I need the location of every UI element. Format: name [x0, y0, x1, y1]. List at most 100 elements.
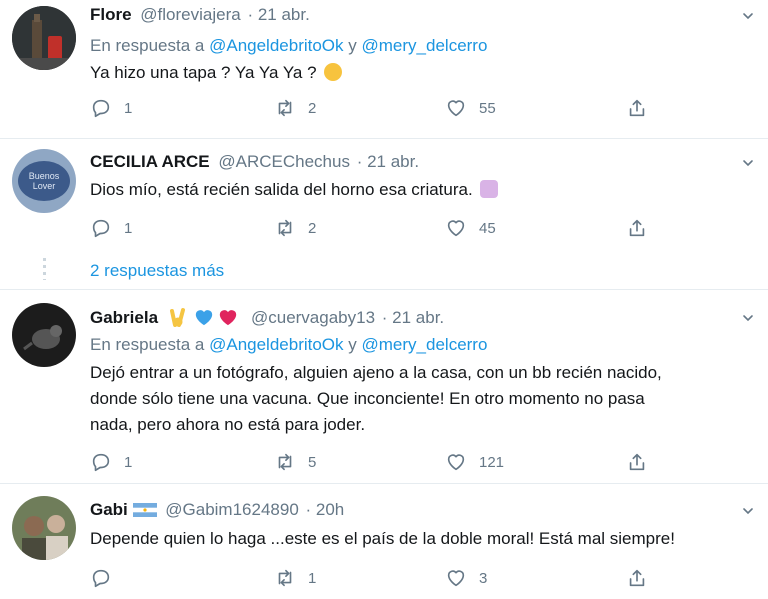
chevron-down-icon[interactable] [742, 157, 754, 169]
more-replies-link[interactable]: 2 respuestas más [90, 261, 224, 281]
like-button[interactable]: 45 [445, 216, 496, 240]
retweet-button[interactable]: 1 [274, 566, 316, 590]
reply-count: 1 [124, 219, 133, 237]
retweet-count: 2 [308, 219, 317, 237]
share-button[interactable] [626, 216, 660, 240]
like-button[interactable]: 55 [445, 96, 496, 120]
retweet-icon [274, 567, 296, 589]
retweet-count: 5 [308, 453, 317, 471]
share-icon [626, 97, 648, 119]
user-handle[interactable]: @Gabim1624890 [165, 500, 299, 519]
heart-icon [445, 217, 467, 239]
mention-link[interactable]: @mery_delcerro [362, 36, 488, 55]
tweet-date[interactable]: · 21 abr. [247, 5, 309, 24]
reply-icon [90, 217, 112, 239]
like-count: 121 [479, 453, 505, 471]
user-handle[interactable]: @cuervagaby13 [251, 308, 375, 327]
astonished-emoji-icon [324, 63, 343, 81]
tweet-date[interactable]: · 21 abr. [357, 152, 419, 171]
avatar[interactable]: Buenos Lover [12, 149, 76, 213]
share-button[interactable] [626, 96, 660, 120]
thread-connector [43, 258, 46, 280]
reply-icon [90, 97, 112, 119]
like-count: 55 [479, 99, 496, 117]
like-button[interactable]: 121 [445, 450, 504, 474]
tweet-gabriela[interactable]: Gabriela @cuervagaby13 · 21 abr. En resp… [0, 290, 768, 483]
avatar[interactable] [12, 496, 76, 560]
reply-count: 1 [124, 99, 133, 117]
like-count: 3 [479, 569, 488, 587]
tweet-actions: 1 3 [90, 566, 690, 590]
tweet-actions: 1 2 45 [90, 216, 690, 240]
tweet-gabi[interactable]: Gabi @Gabim1624890 · 20h Depende quien l… [0, 484, 768, 599]
tweet-text-line: nada, pero ahora no está para joder. [90, 415, 366, 434]
like-button[interactable]: 3 [445, 566, 487, 590]
svg-text:Buenos: Buenos [29, 171, 60, 181]
chevron-down-icon[interactable] [742, 10, 754, 22]
share-button[interactable] [626, 566, 660, 590]
tweet-text: Depende quien lo haga ...este es el país… [90, 526, 750, 552]
display-name[interactable]: Gabriela [90, 308, 158, 327]
reply-icon [90, 451, 112, 473]
mention-link[interactable]: @AngeldebritoOk [209, 36, 343, 55]
user-handle[interactable]: @floreviajera [140, 5, 240, 24]
reply-join: y [348, 335, 357, 354]
tweet-date[interactable]: · 21 abr. [382, 308, 444, 327]
retweet-icon [274, 217, 296, 239]
tweet-header: Flore @floreviajera · 21 abr. [90, 5, 310, 25]
reply-join: y [348, 36, 357, 55]
tweet-text: Dios mío, está recién salida del horno e… [90, 177, 750, 203]
reply-button[interactable] [90, 566, 124, 590]
chevron-down-icon[interactable] [742, 505, 754, 517]
retweet-icon [274, 451, 296, 473]
reply-button[interactable]: 1 [90, 216, 132, 240]
tweet-text-line: donde sólo tiene una vacuna. Que inconci… [90, 389, 645, 408]
retweet-count: 1 [308, 569, 317, 587]
avatar-image [12, 496, 76, 560]
blue-heart-emoji-icon [194, 308, 214, 326]
tweet-text: Dejó entrar a un fotógrafo, alguien ajen… [90, 360, 750, 438]
facepalm-emoji-icon [480, 180, 499, 198]
user-handle[interactable]: @ARCEChechus [218, 152, 350, 171]
tweet-flore[interactable]: Flore @floreviajera · 21 abr. En respues… [0, 0, 768, 138]
avatar[interactable] [12, 6, 76, 70]
avatar[interactable] [12, 303, 76, 367]
like-count: 45 [479, 219, 496, 237]
share-icon [626, 217, 648, 239]
heart-icon [445, 567, 467, 589]
display-name[interactable]: CECILIA ARCE [90, 152, 210, 171]
heart-icon [445, 97, 467, 119]
mention-link[interactable]: @AngeldebritoOk [209, 335, 343, 354]
reply-count: 1 [124, 453, 133, 471]
retweet-button[interactable]: 2 [274, 96, 316, 120]
share-icon [626, 567, 648, 589]
mention-link[interactable]: @mery_delcerro [362, 335, 488, 354]
chevron-down-icon[interactable] [742, 312, 754, 324]
reply-icon [90, 567, 112, 589]
reply-prefix: En respuesta a [90, 36, 205, 55]
tweet-actions: 1 2 55 [90, 96, 690, 120]
display-name[interactable]: Flore [90, 5, 132, 24]
reply-button[interactable]: 1 [90, 96, 132, 120]
heart-icon [445, 451, 467, 473]
victory-hand-emoji-icon [169, 307, 189, 327]
retweet-button[interactable]: 5 [274, 450, 316, 474]
avatar-image [12, 6, 76, 70]
tweet-header: Gabriela @cuervagaby13 · 21 abr. [90, 307, 444, 328]
reply-prefix: En respuesta a [90, 335, 205, 354]
tweet-header: Gabi @Gabim1624890 · 20h [90, 500, 344, 520]
tweet-date[interactable]: · 20h [306, 500, 345, 519]
svg-text:Lover: Lover [33, 181, 56, 191]
reply-button[interactable]: 1 [90, 450, 132, 474]
argentina-flag-icon [132, 502, 157, 517]
share-button[interactable] [626, 450, 660, 474]
retweet-button[interactable]: 2 [274, 216, 316, 240]
tweet-cecilia-arce[interactable]: Buenos Lover CECILIA ARCE @ARCEChechus ·… [0, 139, 768, 245]
reply-context: En respuesta a @AngeldebritoOk y @mery_d… [90, 36, 487, 56]
tweet-text-content: Depende quien lo haga ...este es el país… [90, 529, 675, 548]
display-name[interactable]: Gabi [90, 500, 128, 519]
tweet-actions: 1 5 121 [90, 450, 690, 474]
tweet-header: CECILIA ARCE @ARCEChechus · 21 abr. [90, 152, 419, 172]
share-icon [626, 451, 648, 473]
tweet-text-content: Dios mío, está recién salida del horno e… [90, 180, 473, 199]
